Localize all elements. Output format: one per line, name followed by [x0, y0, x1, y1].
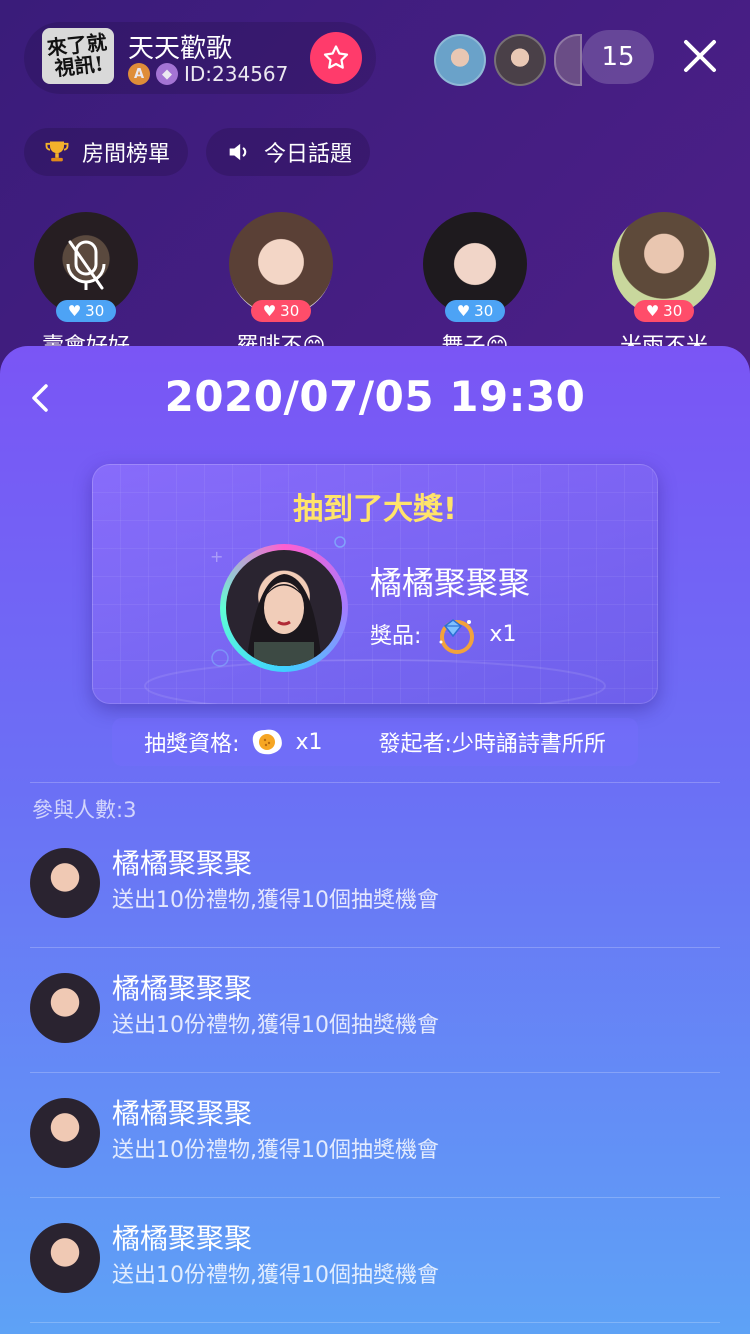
qualify-quantity: x1 [295, 729, 323, 755]
favorite-button[interactable] [310, 32, 362, 84]
participant-avatar [30, 1098, 100, 1168]
svg-text:+: + [210, 547, 223, 566]
mic-seat[interactable]: ♥ 30 舞子😊 [423, 212, 527, 359]
participant-name: 橘橘聚聚聚 [112, 1097, 253, 1130]
participant-desc: 送出10份禮物,獲得10個抽獎機會 [112, 1013, 439, 1038]
prize-card: + 抽到了大獎! 橘橘聚聚聚 獎品: x1 [92, 464, 658, 704]
speaker-icon [224, 137, 254, 167]
room-ranking-label: 房間榜單 [82, 142, 171, 167]
heart-icon: ♥ [67, 302, 82, 320]
viewer-count[interactable]: 15 [582, 30, 654, 84]
participant-desc: 送出10份禮物,獲得10個抽獎機會 [112, 1263, 439, 1288]
prize-label: 獎品: [370, 624, 422, 649]
row-divider [30, 947, 720, 948]
participant-name: 橘橘聚聚聚 [112, 972, 253, 1005]
prize-row: 獎品: x1 [370, 612, 516, 656]
participants-count: 參與人數:3 [32, 798, 137, 822]
winner-avatar[interactable] [220, 544, 348, 672]
mic-seat[interactable]: ♥ 30 米雨不米 [612, 212, 716, 359]
seat-like-count: 30 [474, 302, 494, 320]
close-icon[interactable] [680, 36, 720, 76]
participant-row[interactable]: 橘橘聚聚聚 送出10份禮物,獲得10個抽獎機會 [30, 1199, 720, 1323]
star-icon [323, 45, 349, 69]
room-id: ID:234567 [184, 62, 289, 86]
participant-desc: 送出10份禮物,獲得10個抽獎機會 [112, 1138, 439, 1163]
lottery-result-sheet: 2020/07/05 19:30 + 抽到了大獎! 橘橘聚聚聚 獎品: x1 抽… [0, 346, 750, 1334]
row-divider [30, 1072, 720, 1073]
participant-desc: 送出10份禮物,獲得10個抽獎機會 [112, 888, 439, 913]
participant-name: 橘橘聚聚聚 [112, 847, 253, 880]
viewer-avatar[interactable] [434, 34, 486, 86]
room-info-card[interactable]: 來了就 視訊! 天天歡歌 A ◆ ID:234567 [24, 22, 376, 94]
level-badge-icon: A [128, 63, 150, 85]
room-ranking-button[interactable]: 房間榜單 [24, 128, 189, 176]
seat-like-count: 30 [85, 302, 105, 320]
seat-like-badge: ♥ 30 [251, 300, 311, 322]
participant-row[interactable]: 橘橘聚聚聚 送出10份禮物,獲得10個抽獎機會 [30, 1074, 720, 1198]
today-topic-label: 今日話題 [264, 142, 353, 167]
seat-like-badge: ♥ 30 [445, 300, 505, 322]
prize-quantity: x1 [489, 621, 517, 647]
winner-name: 橘橘聚聚聚 [370, 564, 531, 602]
qualify-label: 抽獎資格: [144, 732, 240, 757]
room-logo: 來了就 視訊! [42, 28, 114, 84]
room-title: 天天歡歌 [128, 34, 233, 64]
mic-seat[interactable]: ♥ 30 羅啡不😊 [229, 212, 333, 359]
participant-row[interactable]: 橘橘聚聚聚 送出10份禮物,獲得10個抽獎機會 [30, 949, 720, 1073]
lottery-datetime: 2020/07/05 19:30 [164, 372, 586, 421]
mic-seat[interactable]: ♥ 30 壽會好好 [34, 212, 138, 359]
row-divider [30, 1197, 720, 1198]
today-topic-button[interactable]: 今日話題 [206, 128, 371, 176]
fried-egg-icon [253, 729, 283, 755]
participant-avatar [30, 1223, 100, 1293]
vip-badge-icon: ◆ [156, 63, 178, 85]
participant-name: 橘橘聚聚聚 [112, 1222, 253, 1255]
heart-icon: ♥ [645, 302, 660, 320]
participant-row[interactable]: 橘橘聚聚聚 送出10份禮物,獲得10個抽獎機會 [30, 824, 720, 948]
initiator-text: 發起者:少時誦詩書所所 [378, 732, 606, 757]
heart-icon: ♥ [456, 302, 471, 320]
prize-headline: 抽到了大獎! [293, 492, 457, 527]
seat-like-count: 30 [663, 302, 683, 320]
seat-like-count: 30 [280, 302, 300, 320]
viewer-avatar[interactable] [554, 34, 582, 86]
row-divider [30, 1322, 720, 1323]
winner-photo [226, 550, 342, 666]
seat-like-badge: ♥ 30 [56, 300, 116, 322]
room-meta: A ◆ ID:234567 [128, 62, 288, 86]
participant-avatar [30, 973, 100, 1043]
diamond-ring-icon [439, 619, 475, 654]
participant-avatar [30, 848, 100, 918]
viewer-avatar[interactable] [494, 34, 546, 86]
heart-icon: ♥ [262, 302, 277, 320]
lottery-qualification-bar: 抽獎資格: x1 發起者:少時誦詩書所所 [112, 718, 638, 766]
trophy-icon [42, 137, 72, 167]
seat-like-badge: ♥ 30 [634, 300, 694, 322]
section-divider [30, 782, 720, 783]
room-logo-text: 來了就 視訊! [45, 29, 108, 81]
